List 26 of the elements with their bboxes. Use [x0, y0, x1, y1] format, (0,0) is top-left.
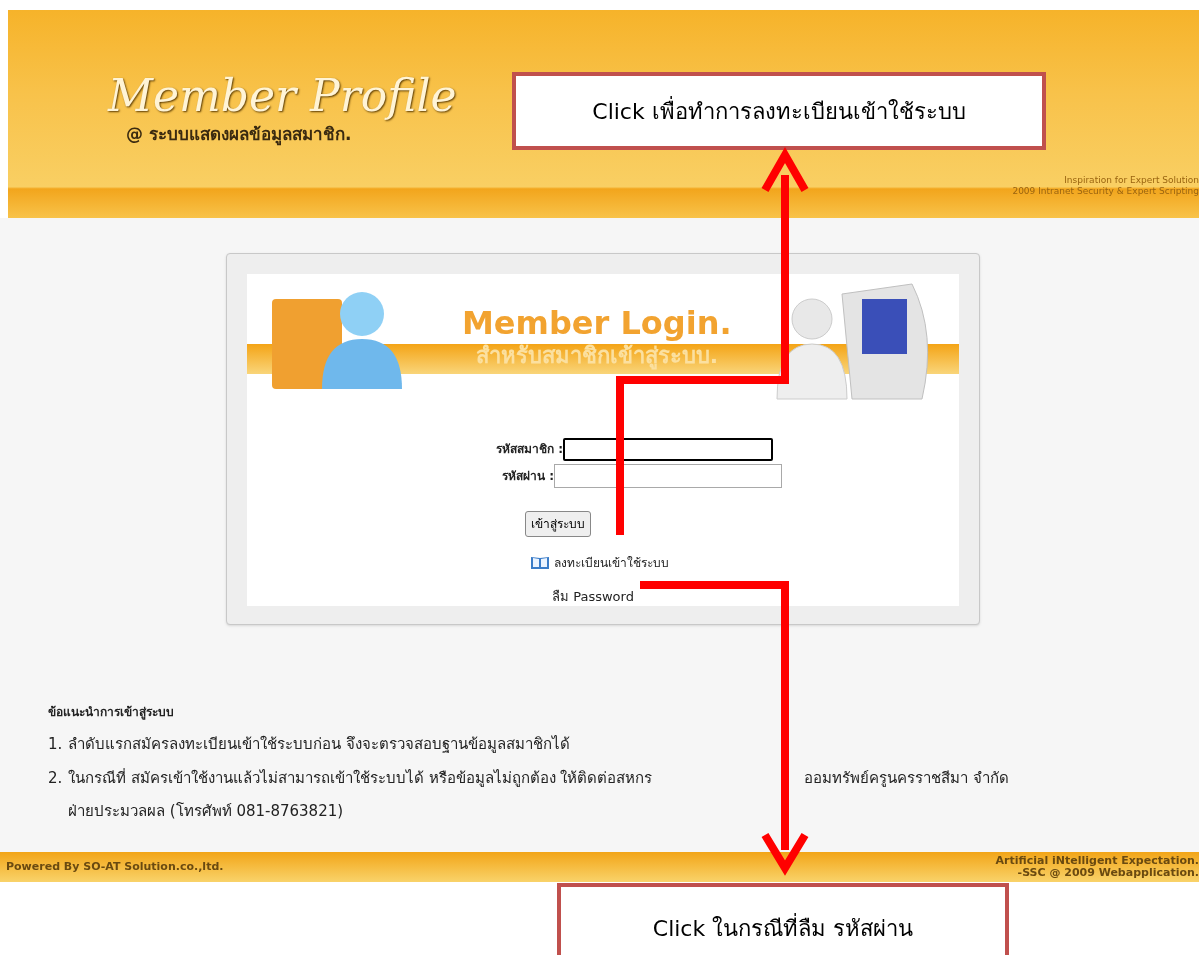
list-number: 1. — [48, 734, 64, 755]
footer-tagline: -SSC @ 2009 Webapplication. — [1017, 867, 1199, 879]
instruction-text: ออมทรัพย์ครูนครราชสีมา จำกัด — [804, 768, 1009, 789]
footer-tagline: Artificial iNtelligent Expectation. — [995, 855, 1199, 867]
instruction-text: ฝ่ายประมวลผล (โทรศัพท์ 081-8763821) — [68, 801, 344, 822]
input-field[interactable] — [554, 463, 782, 488]
input-field[interactable] — [563, 437, 773, 461]
login-title: Member Login. — [462, 304, 732, 342]
field-label: รหัสผ่าน : — [501, 467, 554, 485]
instruction-text: ในกรณีที่ สมัครเข้าใช้งานแล้วไม่สามารถเข้าใช้ระบบได้ หรือข้อมูลไม่ถูกต้อง ให้ติดต่อสหกร — [68, 768, 654, 789]
tagline-text: 2009 Intranet Security & Expert Scripting — [1012, 186, 1199, 197]
instructions-heading: ข้อแนะนำการเข้าสู่ระบบ — [48, 704, 175, 721]
site-subtitle: @ ระบบแสดงผลข้อมูลสมาชิก. — [126, 123, 353, 148]
login-subtitle: สำหรับสมาชิกเข้าสู่ระบบ. — [475, 342, 718, 370]
forgot-password-link[interactable]: ลืม Password — [552, 586, 634, 606]
callout-box: Click เพื่อทำการลงทะเบียนเข้าใช้ระบบ — [512, 72, 1046, 150]
register-link[interactable]: ลงทะเบียนเข้าใช้ระบบ — [553, 553, 669, 572]
tagline-text: Inspiration for Expert Solution — [1064, 175, 1199, 186]
callout-box: Click ในกรณีที่ลืม รหัสผ่าน — [557, 883, 1009, 955]
footer-credit: Powered By SO-AT Solution.co.,ltd. — [6, 858, 224, 875]
instruction-text: ลำดับแรกสมัครลงทะเบียนเข้าใช้ระบบก่อน จึงจะตรวจสอบฐานข้อมูลสมาชิกได้ — [68, 734, 570, 755]
field-label: รหัสสมาชิก : — [495, 441, 563, 458]
site-title: Member Profile — [108, 70, 457, 122]
book-icon — [529, 555, 550, 570]
login-button[interactable]: เข้าสู่ระบบ — [525, 510, 591, 537]
list-number: 2. — [48, 768, 64, 789]
